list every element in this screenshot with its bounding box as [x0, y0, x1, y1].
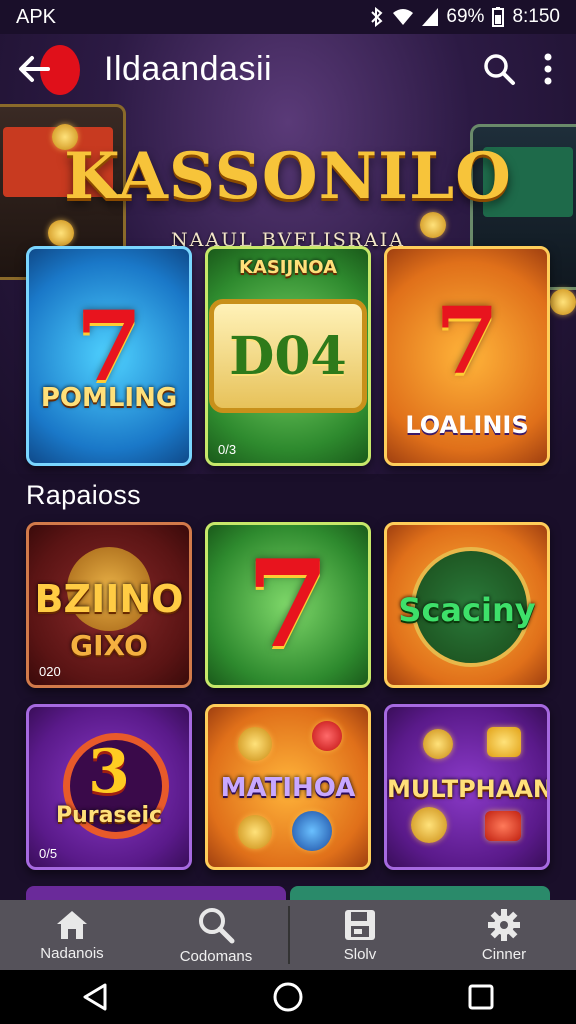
game-card-scaciny[interactable]: Scaciny [384, 522, 550, 688]
card-big-text: 3 [88, 737, 130, 807]
game-card-multphaan[interactable]: MULTPHAAN [384, 704, 550, 870]
card-label: MATIHOA [220, 773, 356, 803]
card-big-text: BZIINO [34, 577, 184, 621]
wifi-icon [392, 8, 414, 26]
card-label: POMLING [40, 383, 178, 413]
coin-icon [238, 727, 272, 761]
search-icon[interactable] [482, 52, 516, 86]
status-time: 8:150 [512, 6, 560, 27]
battery-percent: 69% [446, 6, 485, 27]
app-bar: Ildaandasii [0, 34, 576, 104]
game-card-matihoa[interactable]: MATIHOA [205, 704, 371, 870]
gem-icon [485, 811, 521, 841]
game-card-puraseic[interactable]: 3 Puraseic 0/5 [26, 704, 192, 870]
bottom-nav: Nadanois Codomans Slolv Cinner [0, 900, 576, 970]
chip-icon [312, 721, 342, 751]
search-icon [197, 906, 235, 944]
save-icon [343, 908, 377, 942]
nav-item-search[interactable]: Codomans [144, 900, 288, 970]
nav-item-home[interactable]: Nadanois [0, 900, 144, 970]
game-card-bziino[interactable]: BZIINO GIXO 020 [26, 522, 192, 688]
card-label: MULTPHAAN [387, 775, 550, 803]
card-label: Puraseic [55, 803, 163, 828]
nav-label: Codomans [179, 947, 253, 965]
featured-card-kasijnoa[interactable]: KASIJNOA D04 0/3 [205, 246, 371, 466]
gem-icon [487, 727, 521, 757]
app-title: Ildaandasii [104, 49, 273, 88]
nav-label: Cinner [481, 945, 527, 963]
card-big-text: 7 [434, 287, 499, 395]
chip-icon [292, 811, 332, 851]
gear-icon [487, 908, 521, 942]
card-count: 0/5 [39, 846, 58, 861]
triangle-back-icon[interactable] [81, 982, 109, 1012]
games-grid: BZIINO GIXO 020 7 Scaciny 3 Puraseic 0/5… [26, 522, 550, 870]
card-label: Scaciny [398, 591, 536, 629]
more-vert-icon[interactable] [544, 53, 552, 85]
arrow-left-icon [18, 55, 50, 83]
system-nav-bar [0, 970, 576, 1024]
featured-card-pomling[interactable]: 7 POMLING [26, 246, 192, 466]
signal-icon [422, 8, 439, 26]
square-recents-icon[interactable] [467, 983, 495, 1011]
battery-icon [492, 7, 505, 27]
card-label: LOALINIS [405, 411, 529, 439]
section-title: Rapaioss [26, 480, 141, 510]
hero-title: KASSONILO [64, 139, 512, 214]
app-actions [482, 52, 552, 86]
card-label: KASIJNOA [238, 257, 338, 278]
home-icon [55, 909, 89, 941]
back-button[interactable] [18, 39, 82, 99]
game-card-seven[interactable]: 7 [205, 522, 371, 688]
featured-card-loalinis[interactable]: 7 LOALINIS [384, 246, 550, 466]
circle-home-icon[interactable] [272, 981, 304, 1013]
gem-icon [423, 729, 453, 759]
coin-icon [411, 807, 447, 843]
nav-item-settings[interactable]: Cinner [432, 900, 576, 970]
nav-label: Nadanois [40, 944, 104, 962]
card-big-text: D04 [229, 325, 347, 387]
nav-item-save[interactable]: Slolv [288, 900, 432, 970]
slot-reel-icon: D04 [209, 299, 367, 413]
card-count: 020 [39, 664, 61, 679]
status-carrier: APK [16, 5, 57, 28]
nav-label: Slolv [343, 945, 377, 963]
card-label: GIXO [70, 629, 148, 662]
featured-games: 7 POMLING KASIJNOA D04 0/3 7 LOALINIS [26, 246, 550, 466]
coin-icon [238, 815, 272, 849]
status-icons: 69% 8:150 [370, 6, 560, 28]
status-bar: APK 69% 8:150 [0, 0, 576, 34]
card-count: 0/3 [218, 442, 237, 457]
coin-icon [550, 289, 576, 315]
card-big-text: 7 [246, 534, 330, 675]
bluetooth-icon [370, 7, 384, 27]
